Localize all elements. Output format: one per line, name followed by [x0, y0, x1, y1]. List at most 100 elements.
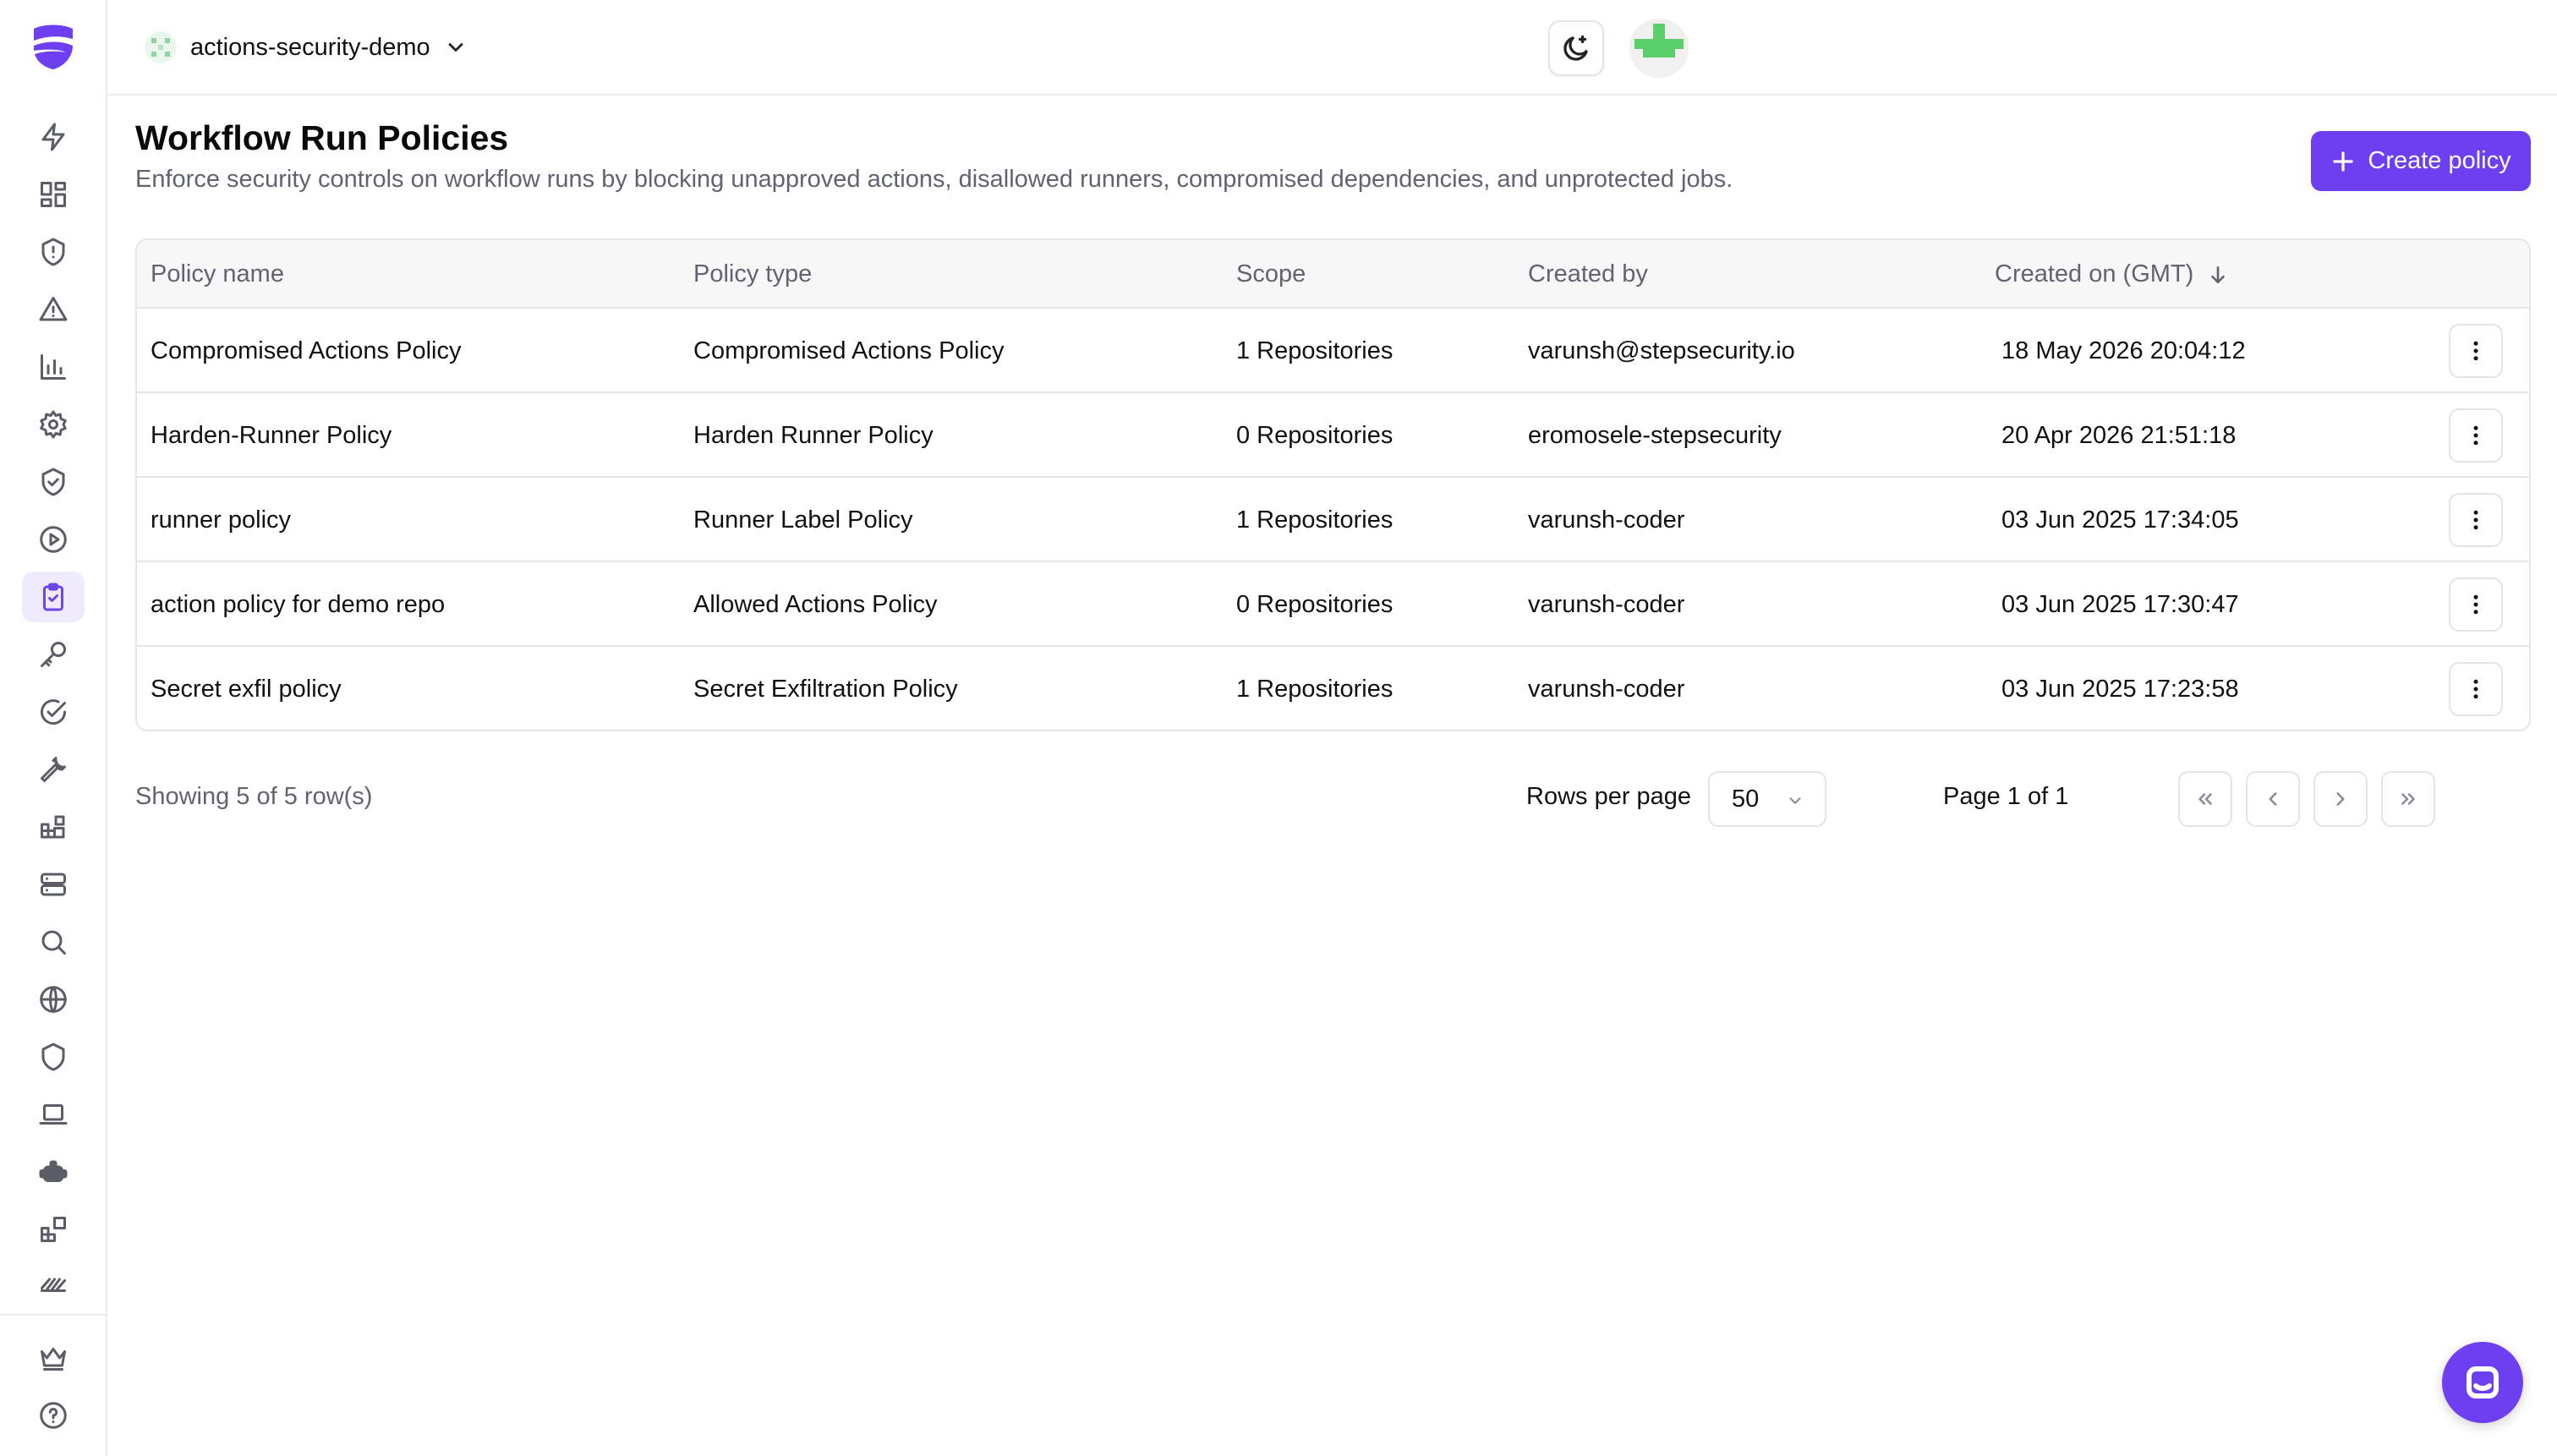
org-switcher[interactable]: actions-security-demo [145, 25, 468, 69]
table-row[interactable]: runner policy Runner Label Policy 1 Repo… [137, 478, 2529, 562]
user-avatar[interactable] [1629, 19, 1689, 78]
header-policy-name[interactable]: Policy name [151, 240, 284, 309]
nav-warning-triangle-icon[interactable] [22, 284, 85, 335]
page-subtitle: Enforce security controls on workflow ru… [135, 166, 1733, 193]
create-policy-label: Create policy [2368, 147, 2511, 174]
nav-server-icon[interactable] [22, 859, 85, 910]
nav-search-icon[interactable] [22, 917, 85, 967]
nav-robot-icon[interactable] [22, 1147, 85, 1197]
chevron-right-icon [2336, 792, 2345, 806]
sidebar-divider [0, 1314, 107, 1316]
header-scope[interactable]: Scope [1236, 240, 1306, 309]
nav-shield-check-icon[interactable] [22, 457, 85, 507]
nav-gear-icon[interactable] [22, 399, 85, 450]
nav-lightning-icon[interactable] [22, 112, 85, 162]
header-created-on[interactable]: Created on (GMT) [1995, 240, 2229, 309]
nav-clipboard-check-icon[interactable] [22, 572, 85, 622]
next-page-button[interactable] [2313, 771, 2368, 827]
sort-arrow-down-icon [2211, 265, 2226, 283]
row-count-text: Showing 5 of 5 row(s) [135, 783, 373, 810]
nav-help-circle-icon[interactable] [22, 1390, 85, 1441]
cell-policy-name[interactable]: action policy for demo repo [151, 562, 445, 647]
nav-stripes-icon[interactable] [22, 1256, 85, 1307]
chat-icon [2467, 1366, 2499, 1399]
cell-policy-name[interactable]: Secret exfil policy [151, 647, 342, 730]
cell-scope: 1 Repositories [1236, 675, 1393, 703]
nav-key-icon[interactable] [22, 629, 85, 680]
cell-created-on: 03 Jun 2025 17:34:05 [2001, 506, 2239, 534]
cell-created-by: varunsh-coder [1528, 675, 1685, 703]
row-actions-button[interactable] [2449, 662, 2503, 716]
more-vertical-icon [2473, 679, 2478, 699]
previous-page-button[interactable] [2246, 771, 2300, 827]
cell-created-on: 03 Jun 2025 17:23:58 [2001, 675, 2239, 703]
org-avatar-icon [145, 31, 177, 63]
moon-sparkle-icon [1563, 35, 1588, 61]
cell-policy-type: Runner Label Policy [693, 506, 913, 534]
cell-policy-type: Harden Runner Policy [693, 421, 934, 449]
nav-shield-alert-icon[interactable] [22, 227, 85, 277]
cell-policy-type: Allowed Actions Policy [693, 590, 938, 618]
chevrons-right-icon [2401, 793, 2415, 805]
cell-policy-type: Secret Exfiltration Policy [693, 675, 958, 703]
nav-bar-chart-icon[interactable] [22, 342, 85, 392]
cell-created-by: varunsh@stepsecurity.io [1528, 337, 1795, 364]
nav-shield-icon[interactable] [22, 1032, 85, 1082]
sidebar [0, 0, 107, 1456]
nav-laptop-icon[interactable] [22, 1089, 85, 1140]
row-actions-button[interactable] [2449, 408, 2503, 463]
rows-per-page-value: 50 [1732, 785, 1760, 813]
cell-created-by: varunsh-coder [1528, 506, 1685, 534]
nav-wrench-icon[interactable] [22, 744, 85, 795]
table-row[interactable]: action policy for demo repo Allowed Acti… [137, 562, 2529, 647]
theme-toggle-button[interactable] [1548, 20, 1604, 76]
nav-blocks-plus-icon[interactable] [22, 1204, 85, 1255]
stepsecurity-logo-icon[interactable] [27, 20, 79, 73]
chevron-down-icon [448, 43, 463, 52]
support-chat-button[interactable] [2442, 1342, 2523, 1423]
nav-dashboard-grid-icon[interactable] [22, 169, 85, 220]
table-header: Policy name Policy type Scope Created by… [137, 240, 2529, 309]
topbar: actions-security-demo [107, 0, 2557, 96]
cell-created-on: 20 Apr 2026 21:51:18 [2001, 421, 2237, 449]
create-policy-button[interactable]: Create policy [2311, 131, 2531, 191]
more-vertical-icon [2473, 341, 2478, 361]
cell-policy-name[interactable]: runner policy [151, 478, 291, 562]
table-row[interactable]: Secret exfil policy Secret Exfiltration … [137, 647, 2529, 730]
first-page-button[interactable] [2178, 771, 2232, 827]
more-vertical-icon [2473, 425, 2478, 446]
nav-play-circle-icon[interactable] [22, 514, 85, 565]
plus-icon [2333, 151, 2353, 172]
header-created-by[interactable]: Created by [1528, 240, 1648, 309]
row-actions-button[interactable] [2449, 493, 2503, 547]
chevron-left-icon [2269, 792, 2277, 806]
user-avatar-icon [1629, 19, 1689, 78]
nav-blocks-icon[interactable] [22, 802, 85, 852]
last-page-button[interactable] [2381, 771, 2435, 827]
header-created-on-label: Created on (GMT) [1995, 260, 2194, 287]
table-row[interactable]: Harden-Runner Policy Harden Runner Polic… [137, 393, 2529, 478]
cell-created-on: 18 May 2026 20:04:12 [2001, 337, 2246, 364]
chevron-down-icon [1789, 797, 1801, 804]
cell-scope: 1 Repositories [1236, 337, 1393, 364]
cell-scope: 0 Repositories [1236, 421, 1393, 449]
cell-policy-type: Compromised Actions Policy [693, 337, 1005, 364]
cell-created-on: 03 Jun 2025 17:30:47 [2001, 590, 2239, 618]
row-actions-button[interactable] [2449, 324, 2503, 378]
rows-per-page-select[interactable]: 50 [1708, 771, 1826, 827]
cell-created-by: eromosele-stepsecurity [1528, 421, 1782, 449]
cell-scope: 0 Repositories [1236, 590, 1393, 618]
nav-crown-icon[interactable] [22, 1333, 85, 1383]
row-actions-button[interactable] [2449, 577, 2503, 632]
table-row[interactable]: Compromised Actions Policy Compromised A… [137, 309, 2529, 393]
rows-per-page-label: Rows per page [1526, 783, 1692, 810]
cell-scope: 1 Repositories [1236, 506, 1393, 534]
header-policy-type[interactable]: Policy type [693, 240, 812, 309]
nav-globe-icon[interactable] [22, 974, 85, 1025]
chevrons-left-icon [2198, 793, 2212, 805]
policies-table: Policy name Policy type Scope Created by… [135, 238, 2531, 731]
cell-policy-name[interactable]: Compromised Actions Policy [151, 309, 461, 393]
cell-policy-name[interactable]: Harden-Runner Policy [151, 393, 391, 478]
nav-check-circle-icon[interactable] [22, 687, 85, 737]
page-info: Page 1 of 1 [1943, 783, 2069, 810]
